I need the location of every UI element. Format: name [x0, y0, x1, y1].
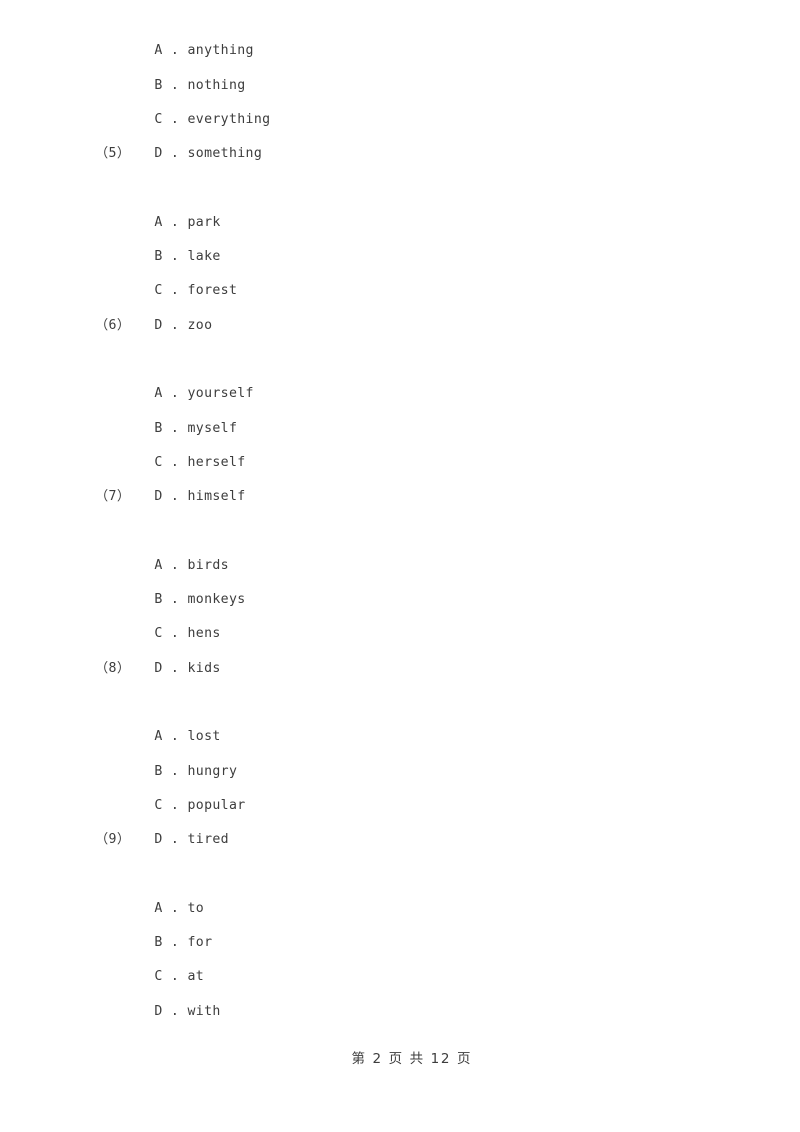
option-letter: D [154, 660, 163, 676]
option-text: herself [187, 454, 246, 470]
option-letter: B [154, 763, 163, 779]
option-text: lake [187, 249, 221, 265]
option-text: hens [187, 626, 221, 642]
option-separator: . [162, 214, 188, 230]
option-text: himself [187, 489, 246, 505]
option-letter: A [154, 729, 163, 745]
option-letter: A [154, 386, 163, 402]
option-letter: B [154, 249, 163, 265]
option-text: myself [187, 420, 238, 436]
option-letter: C [154, 626, 163, 642]
option-row[interactable]: A . yourself [88, 343, 708, 401]
option-text: monkeys [187, 592, 246, 608]
option-separator: . [162, 557, 188, 573]
option-letter: D [154, 1003, 163, 1019]
option-letter: B [154, 935, 163, 951]
footer-suffix: 页 [456, 1051, 473, 1067]
footer-current-page: 2 [372, 1051, 383, 1067]
option-text: lost [187, 729, 221, 745]
option-row[interactable]: A . park [88, 171, 708, 230]
option-separator: . [162, 592, 188, 608]
question-list: A . anything B . nothing C . everything … [88, 0, 708, 1018]
option-separator: . [162, 283, 188, 299]
option-row[interactable]: A . anything [88, 0, 708, 58]
option-separator: . [162, 249, 188, 265]
option-separator: . [162, 77, 188, 93]
option-text: forest [187, 283, 238, 299]
footer-prefix: 第 [351, 1051, 367, 1067]
option-letter: C [154, 454, 163, 470]
option-separator: . [162, 489, 188, 505]
option-letter: C [154, 969, 163, 985]
footer-middle: 页 共 [388, 1051, 425, 1067]
option-text: zoo [187, 317, 213, 333]
page-footer: 第 2 页 共 12 页 [0, 1031, 800, 1083]
option-separator: . [162, 832, 188, 848]
option-letter: D [154, 317, 163, 333]
option-letter: C [154, 111, 163, 127]
option-text: kids [187, 660, 221, 676]
option-text: for [187, 935, 213, 951]
option-text: hungry [187, 763, 238, 779]
option-separator: . [162, 935, 188, 951]
option-row[interactable]: A . lost [88, 686, 708, 744]
option-text: something [187, 146, 263, 162]
option-separator: . [162, 146, 188, 162]
option-text: park [187, 214, 221, 230]
footer-total-pages: 12 [430, 1051, 452, 1067]
option-text: anything [187, 43, 254, 59]
option-separator: . [162, 454, 188, 470]
option-text: nothing [187, 77, 246, 93]
option-letter: A [154, 557, 163, 573]
option-separator: . [162, 763, 188, 779]
option-separator: . [162, 111, 188, 127]
option-letter: A [154, 214, 163, 230]
document-page: A . anything B . nothing C . everything … [0, 0, 800, 1132]
option-separator: . [162, 729, 188, 745]
option-separator: . [162, 317, 188, 333]
option-separator: . [162, 1003, 188, 1019]
option-text: everything [187, 111, 271, 127]
option-text: with [187, 1003, 221, 1019]
option-letter: B [154, 592, 163, 608]
option-separator: . [162, 900, 188, 916]
option-letter: D [154, 832, 163, 848]
option-separator: . [162, 626, 188, 642]
option-letter: B [154, 77, 163, 93]
option-row[interactable]: A . to [88, 857, 708, 916]
option-separator: . [162, 420, 188, 436]
option-text: popular [187, 797, 246, 813]
option-letter: A [154, 43, 163, 59]
option-text: at [187, 969, 205, 985]
option-separator: . [162, 660, 188, 676]
option-row[interactable]: A . birds [88, 514, 708, 573]
option-letter: C [154, 797, 163, 813]
question-block: A . anything B . nothing C . everything … [88, 0, 708, 161]
option-letter: A [154, 900, 163, 916]
option-text: to [187, 900, 205, 916]
option-text: yourself [187, 386, 254, 402]
option-text: tired [187, 832, 229, 848]
option-separator: . [162, 969, 188, 985]
option-letter: D [154, 146, 163, 162]
option-text: birds [187, 557, 229, 573]
option-separator: . [162, 43, 188, 59]
option-letter: C [154, 283, 163, 299]
option-letter: B [154, 420, 163, 436]
option-separator: . [162, 386, 188, 402]
option-separator: . [162, 797, 188, 813]
option-letter: D [154, 489, 163, 505]
